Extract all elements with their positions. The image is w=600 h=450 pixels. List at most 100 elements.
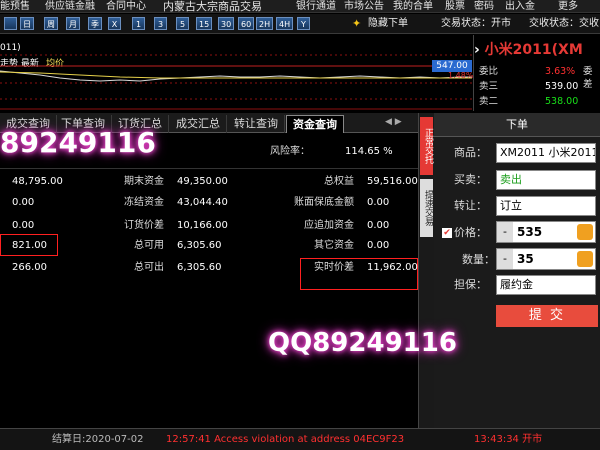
guarantee-select[interactable]: 履约金 (496, 275, 596, 295)
transfer-label: 转让： (454, 199, 487, 212)
quote-row-value: 538.00 (545, 96, 579, 107)
period-x-button[interactable]: X (108, 17, 121, 30)
menu-item-supply-chain[interactable]: 供应链金融 (45, 0, 95, 13)
qty-minus-button[interactable]: - (497, 249, 513, 269)
price-chart[interactable]: 011) 走势 最新 均价 547.00 1.48% (0, 35, 474, 111)
risk-label: 风险率： (270, 146, 310, 157)
qty-stepper[interactable]: - 35 (496, 248, 596, 270)
fund-label: 总权益 (324, 176, 354, 187)
lock-icon[interactable] (577, 224, 593, 240)
fund-cell: 821.00 (12, 240, 47, 251)
quote-title-text: 小米2011(XM (484, 42, 583, 58)
tab-fund-query[interactable]: 资金查询 (286, 115, 344, 133)
fund-cell: 0.00 (367, 220, 390, 231)
guarantee-label: 担保： (454, 278, 487, 291)
period-5m-button[interactable]: 5 (176, 17, 189, 30)
period-30m-button[interactable]: 30 (218, 17, 235, 30)
menu-item-more[interactable]: 更多 (558, 0, 578, 13)
commodity-select[interactable]: XM2011 小米2011 (496, 143, 596, 163)
quote-row-ask2: 卖二 538.00 (479, 95, 597, 108)
side-tabs: 正常交托 提速交易 (418, 113, 434, 428)
menu-item-contract[interactable]: 合同中心 (106, 0, 146, 13)
watermark-bottom: QQ89249116 (268, 328, 457, 358)
fund-cell: 0.00 (12, 220, 35, 231)
menu-item-password[interactable]: 密码 (474, 0, 494, 13)
price-stepper[interactable]: - 535 (496, 221, 596, 243)
period-day-button[interactable]: 日 (20, 17, 34, 30)
period-15m-button[interactable]: 15 (196, 17, 213, 30)
pin-icon[interactable]: ✦ (352, 17, 361, 31)
fund-label: 账面保底金额 (294, 197, 354, 208)
quote-title: › 小米2011(XM (474, 42, 583, 58)
right-tick: 1.48% (448, 71, 474, 80)
chart-toolbar: 日 周 月 季 X 1 3 5 15 30 60 2H 4H Y ✦ 隐藏下单 … (0, 14, 600, 34)
period-quarter-button[interactable]: 季 (88, 17, 102, 30)
price-line (0, 70, 472, 82)
fund-label: 期末资金 (124, 176, 164, 187)
quote-row-label: 卖三 (479, 81, 499, 92)
commodity-label: 商品： (454, 146, 487, 159)
tab-trade-summary[interactable]: 成交汇总 (170, 115, 227, 133)
fund-label: 总可用 (134, 240, 164, 251)
menu-item-funds[interactable]: 出入金 (505, 0, 535, 13)
fund-cell: 6,305.60 (177, 240, 222, 251)
trade-status: 交易状态：开市 (441, 18, 511, 29)
fund-label: 订货价差 (124, 220, 164, 231)
period-year-button[interactable]: Y (297, 17, 310, 30)
fund-cell: 43,044.40 (177, 197, 228, 208)
quote-row-ratio: 委比 3.63% 委差 (479, 65, 597, 90)
submit-button[interactable]: 提 交 (496, 305, 598, 327)
risk-value: 114.65 % (345, 146, 393, 157)
fund-cell: 0.00 (367, 240, 390, 251)
clock-status: 13:43:34 开市 (474, 434, 543, 445)
fund-label: 总可出 (134, 262, 164, 273)
top-menu-bar: 能预售 供应链金融 合同中心 内蒙古大宗商品交易 银行通道 市场公告 我的合单 … (0, 0, 600, 13)
app-title: 内蒙古大宗商品交易 (163, 0, 262, 13)
side-tab-normal[interactable]: 正常交托 (420, 117, 433, 175)
fund-cell: 266.00 (12, 262, 47, 273)
qty-input[interactable]: 35 (517, 249, 534, 269)
period-month-button[interactable]: 月 (66, 17, 80, 30)
lock-icon[interactable] (577, 251, 593, 267)
price-label: 价格： (454, 226, 487, 239)
menu-item-my-orders[interactable]: 我的合单 (393, 0, 433, 13)
settle-date: 结算日:2020-07-02 (52, 434, 144, 445)
menu-item-bank[interactable]: 银行通道 (296, 0, 336, 13)
side-select[interactable]: 卖出 (496, 170, 596, 190)
fund-label: 其它资金 (314, 240, 354, 251)
price-checkbox[interactable]: ✔ (442, 228, 452, 238)
menu-item-stock[interactable]: 股票 (445, 0, 465, 13)
fund-table: 风险率： 114.65 % 48,795.00 期末资金 49,350.00 总… (0, 134, 418, 428)
menu-item-presale[interactable]: 能预售 (0, 0, 30, 13)
toolbar-square-button[interactable] (4, 17, 17, 30)
period-3m-button[interactable]: 3 (154, 17, 167, 30)
fund-cell: 49,350.00 (177, 176, 228, 187)
period-2h-button[interactable]: 2H (256, 17, 274, 30)
price-input[interactable]: 535 (517, 222, 542, 242)
period-60m-button[interactable]: 60 (238, 17, 255, 30)
menu-item-notice[interactable]: 市场公告 (344, 0, 384, 13)
settle-status: 交收状态：交收 (529, 18, 599, 29)
status-message: 12:57:41 Access violation at address 04E… (166, 434, 405, 445)
fund-cell: 11,962.00 (367, 262, 418, 273)
tab-transfer-query[interactable]: 转让查询 (228, 115, 285, 133)
side-label: 买卖： (454, 173, 487, 186)
fund-label: 应追加资金 (304, 220, 354, 231)
fund-cell: 59,516.00 (367, 176, 418, 187)
period-1m-button[interactable]: 1 (132, 17, 145, 30)
price-minus-button[interactable]: - (497, 222, 513, 242)
period-4h-button[interactable]: 4H (276, 17, 294, 30)
fund-cell: 10,166.00 (177, 220, 228, 231)
quote-row-value: 539.00 (545, 81, 579, 92)
divider (0, 168, 418, 169)
qty-label: 数量： (462, 253, 495, 266)
fund-cell: 48,795.00 (12, 176, 63, 187)
quote-row-ask3: 卖三 539.00 (479, 80, 597, 93)
transfer-select[interactable]: 订立 (496, 196, 596, 216)
side-tab-fast[interactable]: 提速交易 (420, 179, 433, 237)
tab-scroll-arrows[interactable]: ◀ ▶ (385, 117, 402, 127)
fund-cell: 6,305.60 (177, 262, 222, 273)
fund-label: 实时价差 (314, 262, 354, 273)
hide-order-button[interactable]: 隐藏下单 (368, 17, 408, 31)
period-week-button[interactable]: 周 (44, 17, 58, 30)
